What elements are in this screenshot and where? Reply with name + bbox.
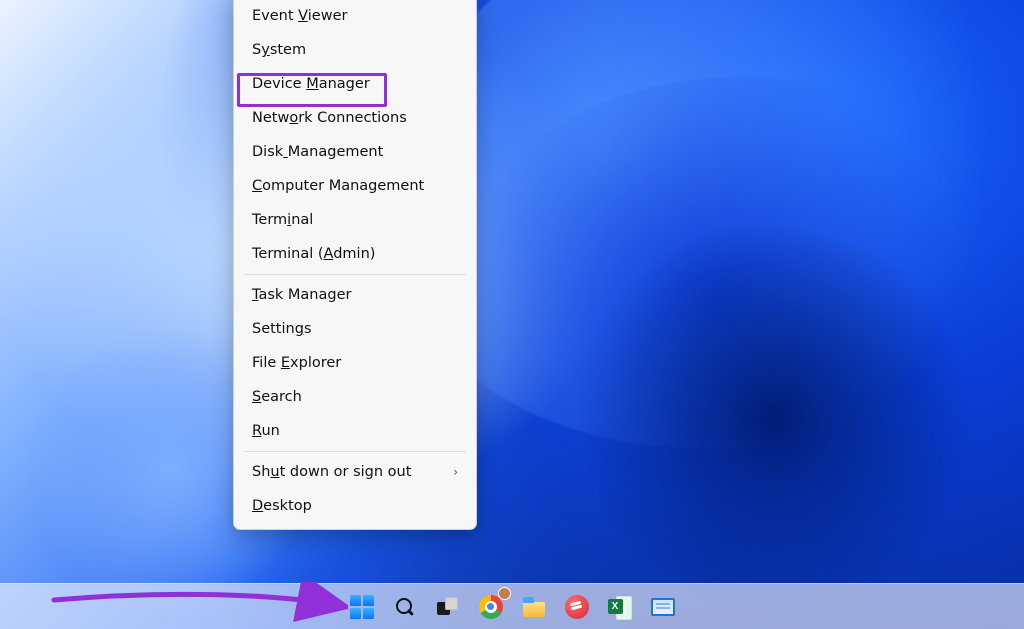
search-button[interactable] (388, 590, 422, 624)
task-view-icon (437, 597, 459, 617)
wordpad-button[interactable] (646, 590, 680, 624)
ctx-disk-management[interactable]: Disk Management (234, 135, 476, 169)
ctx-search[interactable]: Search (234, 380, 476, 414)
ctx-item-label: Disk Management (252, 144, 383, 160)
ctx-item-label: Computer Management (252, 178, 424, 194)
ctx-item-label: Search (252, 389, 302, 405)
task-view-button[interactable] (431, 590, 465, 624)
ctx-item-label: Network Connections (252, 110, 407, 126)
start-icon (350, 595, 374, 619)
start-button[interactable] (345, 590, 379, 624)
chrome-button[interactable] (474, 590, 508, 624)
ctx-network-connections[interactable]: Network Connections (234, 101, 476, 135)
ctx-system[interactable]: System (234, 33, 476, 67)
chrome-profile-avatar (498, 587, 511, 600)
file-explorer-icon (522, 597, 546, 617)
ctx-run[interactable]: Run (234, 414, 476, 448)
ctx-file-explorer[interactable]: File Explorer (234, 346, 476, 380)
ctx-item-label: Terminal (Admin) (252, 246, 375, 262)
menu-separator (244, 451, 466, 452)
ctx-terminal[interactable]: Terminal (234, 203, 476, 237)
ctx-settings[interactable]: Settings (234, 312, 476, 346)
wordpad-icon (651, 598, 675, 616)
ctx-shutdown-signout[interactable]: Shut down or sign out › (234, 455, 476, 489)
file-explorer-button[interactable] (517, 590, 551, 624)
search-icon (395, 597, 415, 617)
excel-button[interactable] (603, 590, 637, 624)
desktop-wallpaper: Event Viewer System Device Manager Network … (0, 0, 1024, 629)
winx-context-menu: Event Viewer System Device Manager Network … (233, 0, 477, 530)
ctx-device-manager[interactable]: Device Manager (234, 67, 476, 101)
ctx-terminal-admin[interactable]: Terminal (Admin) (234, 237, 476, 271)
ctx-item-label: Run (252, 423, 280, 439)
ctx-event-viewer[interactable]: Event Viewer (234, 0, 476, 33)
ctx-item-label: System (252, 42, 306, 58)
taskbar (0, 583, 1024, 629)
menu-separator (244, 274, 466, 275)
ctx-item-label: File Explorer (252, 355, 341, 371)
chrome-icon (479, 595, 503, 619)
ctx-item-label: Shut down or sign out (252, 464, 411, 480)
todoist-icon (565, 595, 589, 619)
ctx-item-label: Terminal (252, 212, 313, 228)
ctx-desktop[interactable]: Desktop (234, 489, 476, 523)
ctx-item-label: Event Viewer (252, 8, 347, 24)
chevron-right-icon: › (453, 465, 458, 479)
ctx-item-label: Desktop (252, 498, 312, 514)
ctx-item-label: Device Manager (252, 76, 370, 92)
todoist-button[interactable] (560, 590, 594, 624)
excel-icon (608, 596, 632, 618)
ctx-computer-management[interactable]: Computer Management (234, 169, 476, 203)
ctx-task-manager[interactable]: Task Manager (234, 278, 476, 312)
ctx-item-label: Task Manager (252, 287, 351, 303)
ctx-item-label: Settings (252, 321, 312, 337)
